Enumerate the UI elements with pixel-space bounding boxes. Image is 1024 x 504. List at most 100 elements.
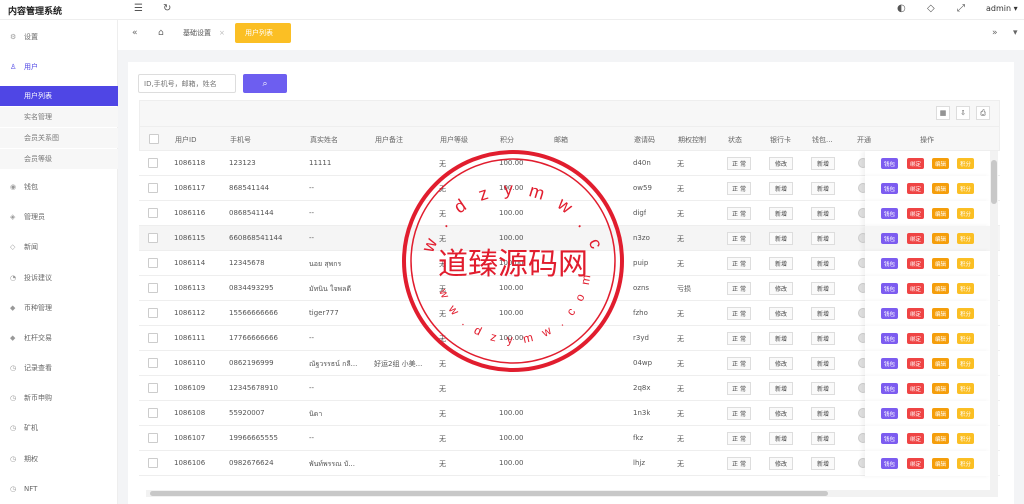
- row-checkbox[interactable]: [148, 433, 158, 443]
- points-action-button[interactable]: 积分: [957, 208, 974, 219]
- wallet-button[interactable]: 新增: [811, 282, 835, 295]
- column-header[interactable]: 积分: [500, 135, 514, 145]
- points-action-button[interactable]: 积分: [957, 333, 974, 344]
- points-action-button[interactable]: 积分: [957, 458, 974, 469]
- columns-icon[interactable]: ▦: [936, 106, 950, 120]
- wallet-action-button[interactable]: 钱包: [881, 208, 898, 219]
- bank-button[interactable]: 新增: [769, 332, 793, 345]
- edit-action-button[interactable]: 编辑: [932, 358, 949, 369]
- row-checkbox[interactable]: [148, 308, 158, 318]
- points-action-button[interactable]: 积分: [957, 233, 974, 244]
- column-header[interactable]: 状态: [728, 135, 742, 145]
- bank-button[interactable]: 新增: [769, 207, 793, 220]
- column-header[interactable]: 手机号: [230, 135, 251, 145]
- refresh-icon[interactable]: ↻: [163, 3, 171, 14]
- table-row[interactable]: 1086111 17766666666 -- 无 100.00 r3yd 无 正 常 新增 新增 钱…: [139, 326, 1000, 351]
- status-button[interactable]: 正 常: [727, 407, 751, 420]
- menu-toggle-icon[interactable]: ☰: [134, 3, 143, 14]
- status-button[interactable]: 正 常: [727, 157, 751, 170]
- points-action-button[interactable]: 积分: [957, 433, 974, 444]
- points-action-button[interactable]: 积分: [957, 408, 974, 419]
- bank-button[interactable]: 修改: [769, 357, 793, 370]
- edit-action-button[interactable]: 编辑: [932, 283, 949, 294]
- status-button[interactable]: 正 常: [727, 307, 751, 320]
- wallet-button[interactable]: 新增: [811, 232, 835, 245]
- bind-action-button[interactable]: 绑定: [907, 358, 924, 369]
- wallet-action-button[interactable]: 钱包: [881, 183, 898, 194]
- status-button[interactable]: 正 常: [727, 282, 751, 295]
- bank-button[interactable]: 新增: [769, 382, 793, 395]
- column-header[interactable]: 开通: [857, 135, 871, 145]
- table-row[interactable]: 1086115 660868541144 -- 无 100.00 n3zo 无 正 常 新增 新增…: [139, 226, 1000, 251]
- status-button[interactable]: 正 常: [727, 207, 751, 220]
- bind-action-button[interactable]: 绑定: [907, 383, 924, 394]
- bind-action-button[interactable]: 绑定: [907, 408, 924, 419]
- edit-action-button[interactable]: 编辑: [932, 383, 949, 394]
- row-checkbox[interactable]: [148, 183, 158, 193]
- bank-button[interactable]: 修改: [769, 307, 793, 320]
- bind-action-button[interactable]: 绑定: [907, 233, 924, 244]
- table-row[interactable]: 1086112 15566666666 tiger777 无 100.00 fzho 无 正 …: [139, 301, 1000, 326]
- wallet-action-button[interactable]: 钱包: [881, 358, 898, 369]
- select-all-checkbox[interactable]: [149, 134, 159, 144]
- sidebar-sub-member-level[interactable]: 会员等级: [0, 149, 118, 169]
- sidebar-item-leverage[interactable]: ◆ 杠杆交易: [0, 329, 118, 347]
- bank-button[interactable]: 新增: [769, 182, 793, 195]
- status-button[interactable]: 正 常: [727, 432, 751, 445]
- bind-action-button[interactable]: 绑定: [907, 433, 924, 444]
- table-row[interactable]: 1086116 0868541144 -- 无 100.00 digf 无 正 常 新增 新增 钱包…: [139, 201, 1000, 226]
- row-checkbox[interactable]: [148, 158, 158, 168]
- column-header[interactable]: 真实姓名: [310, 135, 338, 145]
- sidebar-item-ipo[interactable]: ◷ 新币申购: [0, 389, 118, 407]
- row-checkbox[interactable]: [148, 358, 158, 368]
- bind-action-button[interactable]: 绑定: [907, 283, 924, 294]
- edit-action-button[interactable]: 编辑: [932, 333, 949, 344]
- row-checkbox[interactable]: [148, 458, 158, 468]
- bank-button[interactable]: 新增: [769, 232, 793, 245]
- search-button[interactable]: ⌕: [243, 74, 287, 93]
- row-checkbox[interactable]: [148, 208, 158, 218]
- wallet-action-button[interactable]: 钱包: [881, 308, 898, 319]
- bank-button[interactable]: 新增: [769, 257, 793, 270]
- sidebar-item-nft[interactable]: ◷ NFT: [0, 480, 118, 498]
- home-icon[interactable]: ⌂: [158, 28, 164, 38]
- row-checkbox[interactable]: [148, 283, 158, 293]
- status-button[interactable]: 正 常: [727, 257, 751, 270]
- wallet-action-button[interactable]: 钱包: [881, 158, 898, 169]
- table-row[interactable]: 1086114 12345678 นอย สุพกร 无 100.00 puip 无 正 常 新…: [139, 251, 1000, 276]
- wallet-button[interactable]: 新增: [811, 407, 835, 420]
- bank-button[interactable]: 修改: [769, 457, 793, 470]
- bind-action-button[interactable]: 绑定: [907, 158, 924, 169]
- status-button[interactable]: 正 常: [727, 332, 751, 345]
- vertical-scrollbar-thumb[interactable]: [991, 160, 997, 204]
- status-button[interactable]: 正 常: [727, 382, 751, 395]
- bind-action-button[interactable]: 绑定: [907, 258, 924, 269]
- theme-icon[interactable]: ◐: [897, 3, 906, 14]
- points-action-button[interactable]: 积分: [957, 283, 974, 294]
- search-input[interactable]: [138, 74, 236, 93]
- bank-button[interactable]: 修改: [769, 157, 793, 170]
- bind-action-button[interactable]: 绑定: [907, 333, 924, 344]
- wallet-action-button[interactable]: 钱包: [881, 408, 898, 419]
- wallet-button[interactable]: 新增: [811, 257, 835, 270]
- tag-icon[interactable]: ◇: [927, 3, 935, 14]
- bank-button[interactable]: 修改: [769, 282, 793, 295]
- wallet-button[interactable]: 新增: [811, 157, 835, 170]
- tab-basic-settings[interactable]: 基础设置 ×: [173, 23, 235, 43]
- table-row[interactable]: 1086109 12345678910 -- 无 2q8x 无 正 常 新增 新增 钱包 绑定 编辑积…: [139, 376, 1000, 401]
- edit-action-button[interactable]: 编辑: [932, 208, 949, 219]
- sidebar-item-miner[interactable]: ◷ 矿机: [0, 419, 118, 437]
- wallet-action-button[interactable]: 钱包: [881, 283, 898, 294]
- edit-action-button[interactable]: 编辑: [932, 458, 949, 469]
- status-button[interactable]: 正 常: [727, 357, 751, 370]
- points-action-button[interactable]: 积分: [957, 183, 974, 194]
- table-row[interactable]: 1086110 0862196999 ณัฐวรรธน์ กลี... 好运2组 小美…: [139, 351, 1000, 376]
- table-row[interactable]: 1086107 19966665555 -- 无 100.00 fkz 无 正 常 新增 新增 钱包…: [139, 426, 1000, 451]
- wallet-action-button[interactable]: 钱包: [881, 458, 898, 469]
- sidebar-item-users[interactable]: ♙ 用户: [0, 58, 118, 76]
- column-header[interactable]: 用户等级: [440, 135, 468, 145]
- edit-action-button[interactable]: 编辑: [932, 258, 949, 269]
- wallet-action-button[interactable]: 钱包: [881, 233, 898, 244]
- sidebar-item-news[interactable]: ◇ 新闻: [0, 238, 118, 256]
- sidebar-item-coins[interactable]: ◆ 币种管理: [0, 299, 118, 317]
